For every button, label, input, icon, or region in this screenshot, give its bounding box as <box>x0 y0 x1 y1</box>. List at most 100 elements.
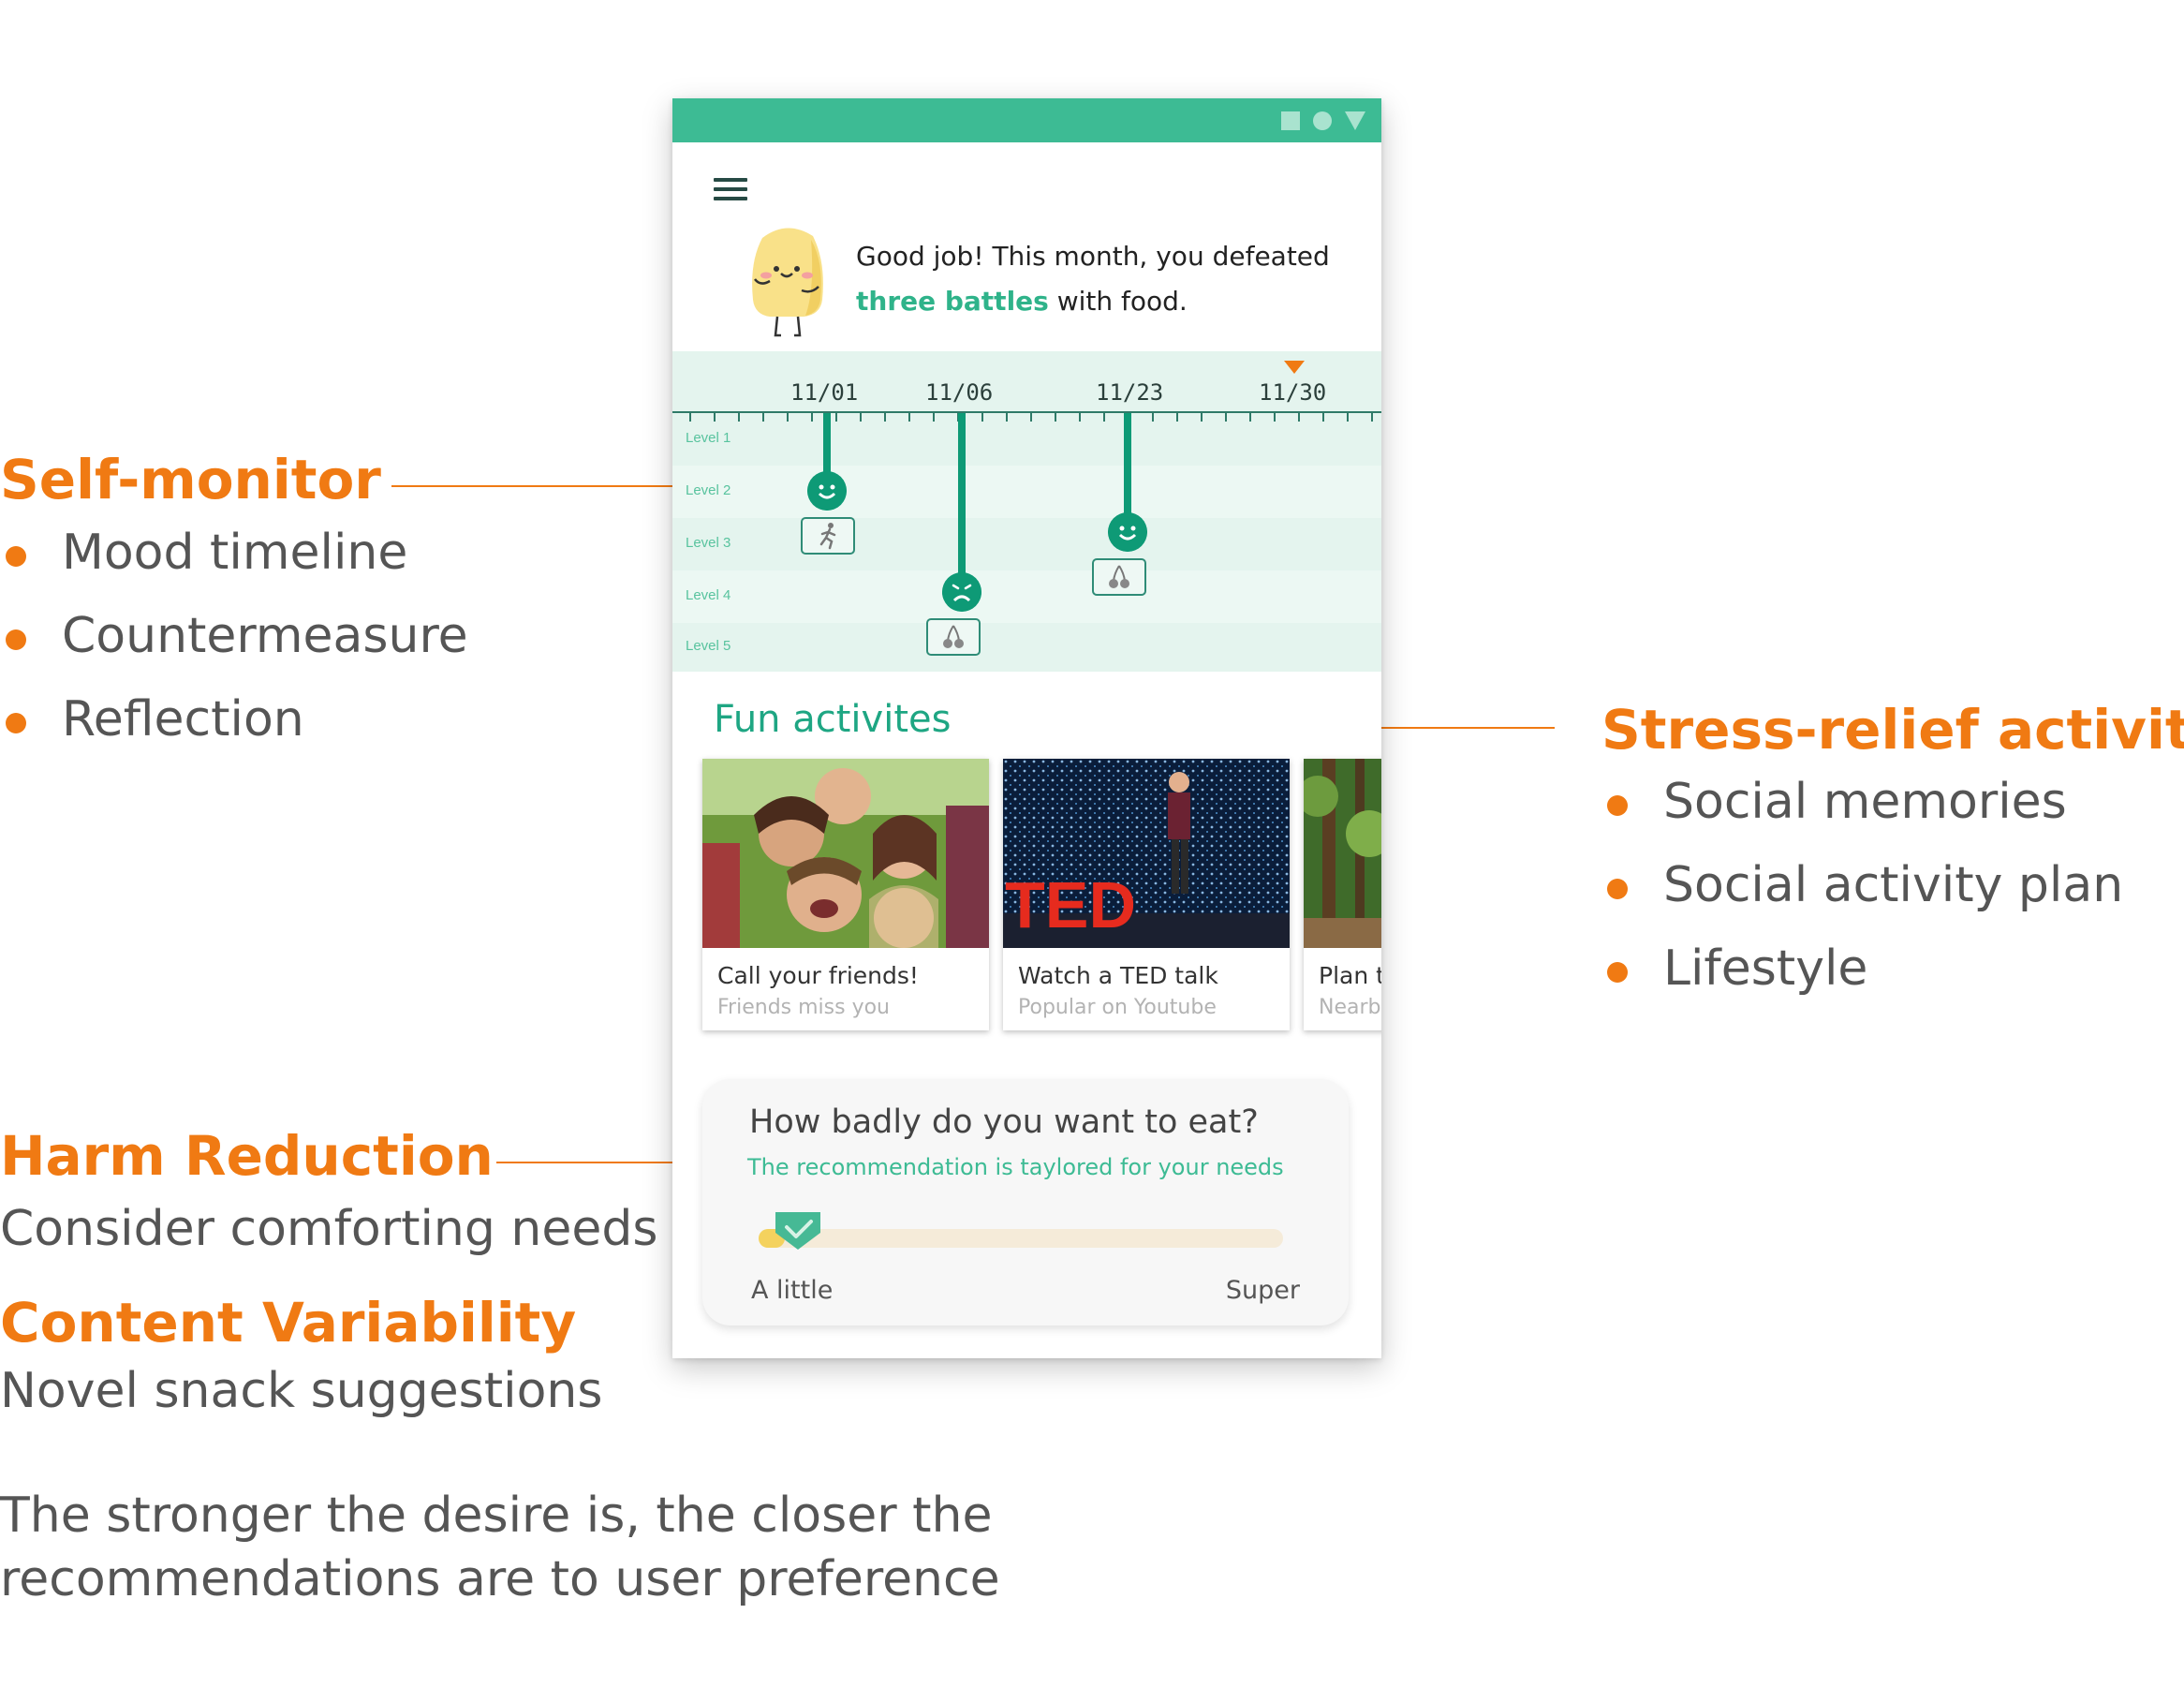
bullet-icon <box>1607 795 1628 816</box>
card-subtitle: Popular on Youtube <box>1018 996 1217 1019</box>
current-date-marker-icon <box>1284 361 1305 374</box>
slider-min-label: A little <box>751 1276 834 1305</box>
list-item: Lifestyle <box>1607 940 2123 1024</box>
card-subtitle: Friends miss you <box>717 996 890 1019</box>
summary-line-1: Good job! This month, you defeated <box>856 241 1330 272</box>
timeline-date[interactable]: 11/30 <box>1259 379 1326 406</box>
axis-tick <box>689 413 691 422</box>
happy-face-icon[interactable] <box>807 471 847 511</box>
stress-relief-list: Social memories Social activity plan Lif… <box>1607 774 2123 1024</box>
axis-tick <box>860 413 862 422</box>
axis-tick <box>1249 413 1251 422</box>
bullet-icon <box>1607 962 1628 983</box>
axis-tick <box>811 413 813 422</box>
card-title: Call your friends! <box>717 962 919 989</box>
activity-card-plan[interactable]: Plan t Nearb <box>1304 759 1381 1030</box>
timeline-date[interactable]: 11/06 <box>925 379 993 406</box>
mascot-icon <box>752 228 823 337</box>
axis-tick <box>738 413 740 422</box>
card-subtitle: Nearb <box>1319 996 1381 1019</box>
content-variability-text: Novel snack suggestions <box>0 1363 603 1419</box>
bullet-icon <box>1607 879 1628 899</box>
recent-apps-icon <box>1281 111 1300 130</box>
sad-face-icon[interactable] <box>942 572 981 612</box>
cherry-icon[interactable] <box>926 618 981 656</box>
card-title: Watch a TED talk <box>1018 962 1218 989</box>
fun-activities-title: Fun activites <box>714 698 952 741</box>
level-band <box>672 518 1381 570</box>
summary-highlight: three battles <box>856 286 1049 317</box>
list-item: Social activity plan <box>1607 857 2123 940</box>
back-icon <box>1345 111 1365 130</box>
axis-tick <box>1176 413 1178 422</box>
ted-talk-photo: TED <box>1003 759 1290 948</box>
timeline-date[interactable]: 11/23 <box>1096 379 1163 406</box>
cherry-icon[interactable] <box>1092 558 1146 596</box>
axis-tick <box>908 413 910 422</box>
slider-max-label: Super <box>1225 1276 1300 1305</box>
level-label: Level 2 <box>686 482 731 498</box>
craving-question-title: How badly do you want to eat? <box>749 1103 1259 1141</box>
phone-screen: Good job! This month, you defeated three… <box>672 98 1381 1358</box>
axis-tick <box>1030 413 1032 422</box>
level-label: Level 4 <box>686 587 731 603</box>
activity-card-call-friends[interactable]: Call your friends! Friends miss you <box>702 759 989 1030</box>
craving-slider-track[interactable] <box>759 1229 1283 1248</box>
bullet-icon <box>6 629 26 650</box>
axis-tick <box>1103 413 1105 422</box>
axis-tick <box>1079 413 1081 422</box>
mood-stem <box>958 413 966 593</box>
axis-tick <box>762 413 764 422</box>
list-item: Reflection <box>6 691 468 775</box>
axis-tick <box>933 413 935 422</box>
list-item: Countermeasure <box>6 608 468 691</box>
harm-reduction-title: Harm Reduction <box>0 1124 494 1188</box>
footnote-line-1: The stronger the desire is, the closer t… <box>0 1488 993 1544</box>
self-monitor-title: Self-monitor <box>0 448 381 511</box>
level-band <box>672 466 1381 518</box>
friends-photo <box>702 759 989 948</box>
axis-tick <box>835 413 837 422</box>
status-bar <box>672 98 1381 142</box>
axis-tick <box>787 413 789 422</box>
mood-timeline: Level 1 Level 2 Level 3 Level 4 Level 5 … <box>672 351 1381 672</box>
level-label: Level 5 <box>686 638 731 654</box>
list-item: Social memories <box>1607 774 2123 857</box>
axis-tick <box>1298 413 1300 422</box>
level-label: Level 3 <box>686 535 731 551</box>
footnote-line-2: recommendations are to user preference <box>0 1551 1000 1607</box>
axis-tick <box>714 413 716 422</box>
running-icon[interactable] <box>801 517 855 555</box>
hamburger-menu-icon[interactable] <box>714 178 747 202</box>
forest-photo <box>1304 759 1381 948</box>
list-item: Mood timeline <box>6 525 468 608</box>
axis-tick <box>981 413 983 422</box>
happy-face-icon[interactable] <box>1108 512 1147 552</box>
axis-tick <box>1225 413 1227 422</box>
content-variability-title: Content Variability <box>0 1291 577 1355</box>
craving-question-subtitle: The recommendation is taylored for your … <box>747 1154 1284 1180</box>
summary-message: Good job! This month, you defeated three… <box>856 234 1343 324</box>
level-band <box>672 623 1381 672</box>
slider-handle-icon[interactable] <box>772 1208 824 1253</box>
axis-tick <box>1274 413 1276 422</box>
bullet-icon <box>6 713 26 733</box>
level-label: Level 1 <box>686 430 731 446</box>
harm-reduction-text: Consider comforting needs <box>0 1201 658 1257</box>
bullet-icon <box>6 546 26 567</box>
axis-tick <box>1371 413 1373 422</box>
home-icon <box>1313 111 1332 130</box>
axis-tick <box>1152 413 1154 422</box>
axis-tick <box>1055 413 1056 422</box>
axis-tick <box>884 413 886 422</box>
level-band <box>672 570 1381 623</box>
axis-tick <box>1201 413 1203 422</box>
summary-rest: with food. <box>1048 286 1188 317</box>
svg-text:TED: TED <box>1005 868 1136 941</box>
card-title: Plan t <box>1319 962 1381 989</box>
activity-card-ted-talk[interactable]: TED Watch a TED talk Popular on Youtube <box>1003 759 1290 1030</box>
craving-question-card: How badly do you want to eat? The recomm… <box>702 1079 1349 1325</box>
stress-relief-title: Stress-relief activities <box>1601 698 2184 762</box>
axis-tick <box>1347 413 1349 422</box>
timeline-date[interactable]: 11/01 <box>790 379 858 406</box>
